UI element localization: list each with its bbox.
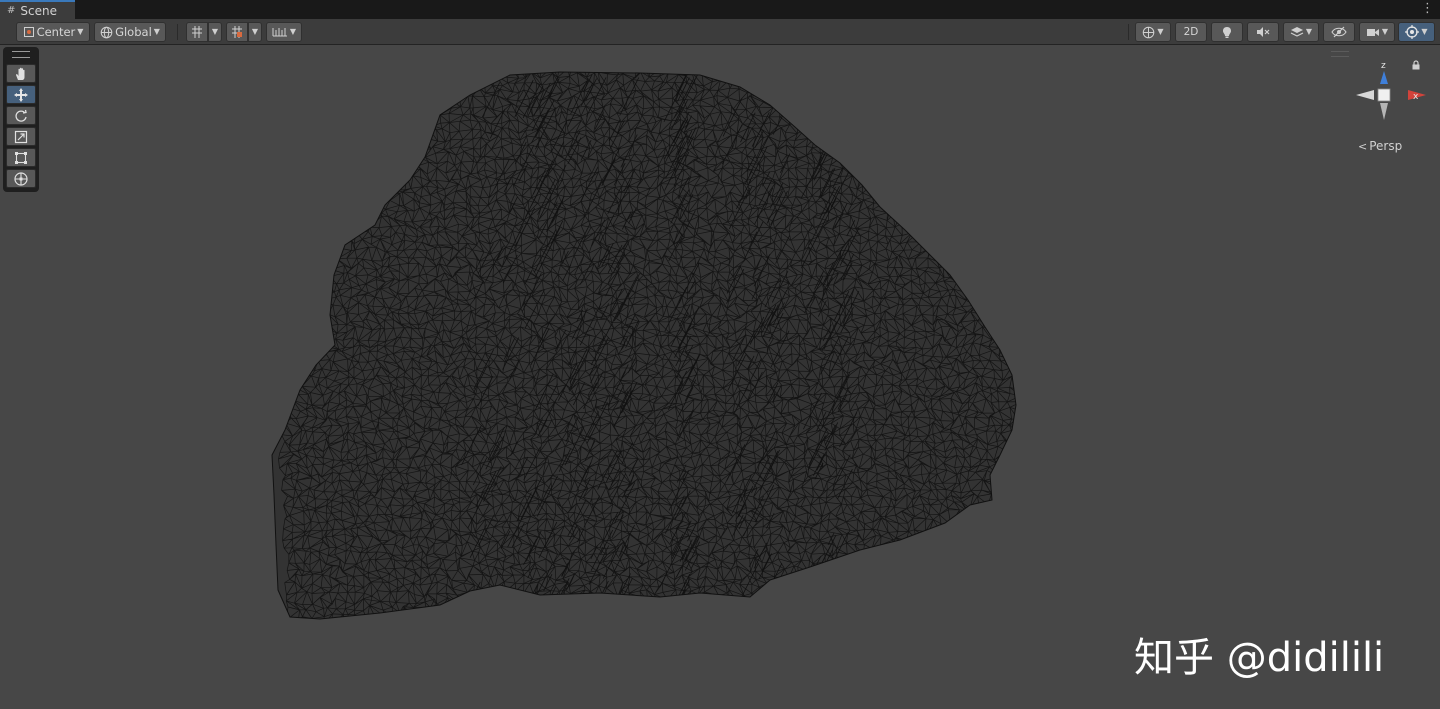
- tools-overlay: [3, 47, 39, 192]
- chevron-down-icon: ▼: [289, 27, 297, 36]
- z-axis-cone[interactable]: [1380, 71, 1388, 84]
- chevron-down-icon: ▼: [153, 27, 160, 36]
- rect-tool-button[interactable]: [6, 148, 36, 167]
- gizmos-dropdown[interactable]: ▼: [1398, 22, 1435, 42]
- chevron-down-icon: ▼: [1157, 27, 1164, 36]
- scene-toolbar: Center ▼ Global ▼ ▼ ▼ ▼ ▼ 2D ▼ ▼ ▼: [0, 19, 1440, 45]
- projection-label: Persp: [1369, 139, 1403, 153]
- camera-icon: [1366, 28, 1379, 36]
- scene-viewport[interactable]: z x < Persp 知乎 @didilili: [0, 45, 1440, 709]
- toolbar-divider: [1128, 24, 1129, 40]
- pivot-rotation-label: Global: [115, 25, 152, 39]
- gizmo-icon: [1405, 25, 1420, 39]
- chevron-down-icon: ▼: [77, 27, 84, 36]
- tab-scene-label: Scene: [20, 3, 57, 18]
- ruler-icon: [272, 28, 287, 37]
- negative-x-cone[interactable]: [1356, 90, 1374, 100]
- pivot-mode-dropdown[interactable]: Center ▼: [16, 22, 90, 42]
- scale-tool-button[interactable]: [6, 127, 36, 146]
- pivot-icon: [23, 27, 34, 37]
- perspective-icon: <: [1358, 139, 1368, 153]
- grid-visibility-button[interactable]: [186, 22, 208, 42]
- chevron-down-icon: ▼: [211, 27, 219, 36]
- shading-mode-icon: [1143, 26, 1155, 38]
- x-axis-label: x: [1413, 92, 1419, 102]
- rotate-icon: [15, 109, 27, 122]
- grid-snapping-dropdown[interactable]: ▼: [248, 22, 262, 42]
- draw-mode-dropdown[interactable]: ▼: [1135, 22, 1171, 42]
- lock-icon[interactable]: [1411, 60, 1421, 70]
- negative-z-cone[interactable]: [1380, 103, 1388, 120]
- center-cube[interactable]: [1377, 88, 1391, 102]
- globe-icon: [100, 26, 113, 38]
- mute-speaker-icon: [1257, 27, 1270, 37]
- grid-icon: #: [7, 4, 16, 16]
- z-axis-label: z: [1381, 61, 1386, 71]
- grid-snap-icon: [192, 26, 202, 38]
- increment-snap-dropdown[interactable]: ▼: [266, 22, 302, 42]
- wireframe-mesh: [271, 71, 1017, 620]
- grid-visibility-dropdown[interactable]: ▼: [208, 22, 222, 42]
- overlay-grip[interactable]: [1331, 51, 1349, 57]
- light-bulb-icon: [1223, 26, 1231, 38]
- pivot-rotation-dropdown[interactable]: Global ▼: [94, 22, 166, 42]
- camera-settings-dropdown[interactable]: ▼: [1359, 22, 1395, 42]
- chevron-down-icon: ▼: [1421, 27, 1428, 36]
- hand-icon: [16, 67, 25, 80]
- watermark: 知乎 @didilili: [1134, 635, 1385, 681]
- tab-bar: # Scene ⋮: [0, 0, 1440, 20]
- scene-window: # Scene ⋮ Center ▼ Global ▼ ▼ ▼ ▼ ▼ 2D ▼…: [0, 0, 1440, 709]
- chevron-down-icon: ▼: [251, 27, 259, 36]
- chevron-down-icon: ▼: [1381, 27, 1389, 36]
- hidden-objects-toggle[interactable]: [1323, 22, 1355, 42]
- move-arrows-icon: [14, 87, 28, 102]
- hand-tool-button[interactable]: [6, 64, 36, 83]
- effects-dropdown[interactable]: ▼: [1283, 22, 1319, 42]
- pivot-mode-label: Center: [36, 25, 76, 39]
- toggle-2d-button[interactable]: 2D: [1175, 22, 1207, 42]
- chevron-down-icon: ▼: [1305, 27, 1313, 36]
- grid-snapping-button[interactable]: [226, 22, 248, 42]
- scale-icon: [14, 130, 28, 143]
- drag-handle[interactable]: [12, 51, 30, 58]
- audio-toggle-button[interactable]: [1247, 22, 1279, 42]
- projection-toggle[interactable]: < Persp: [1358, 139, 1402, 153]
- transform-tool-button[interactable]: [6, 169, 36, 188]
- transform-icon: [14, 171, 28, 186]
- rect-transform-icon: [15, 151, 27, 164]
- move-tool-button[interactable]: [6, 85, 36, 104]
- toggle-2d-label: 2D: [1183, 26, 1199, 38]
- tab-scene[interactable]: # Scene: [0, 0, 75, 19]
- rotate-tool-button[interactable]: [6, 106, 36, 125]
- lighting-toggle-button[interactable]: [1211, 22, 1243, 42]
- layers-icon: [1290, 27, 1304, 37]
- more-options-icon[interactable]: ⋮: [1421, 1, 1434, 17]
- toolbar-divider: [177, 24, 178, 40]
- eye-slash-icon: [1331, 26, 1347, 38]
- snap-increment-icon: [232, 26, 242, 38]
